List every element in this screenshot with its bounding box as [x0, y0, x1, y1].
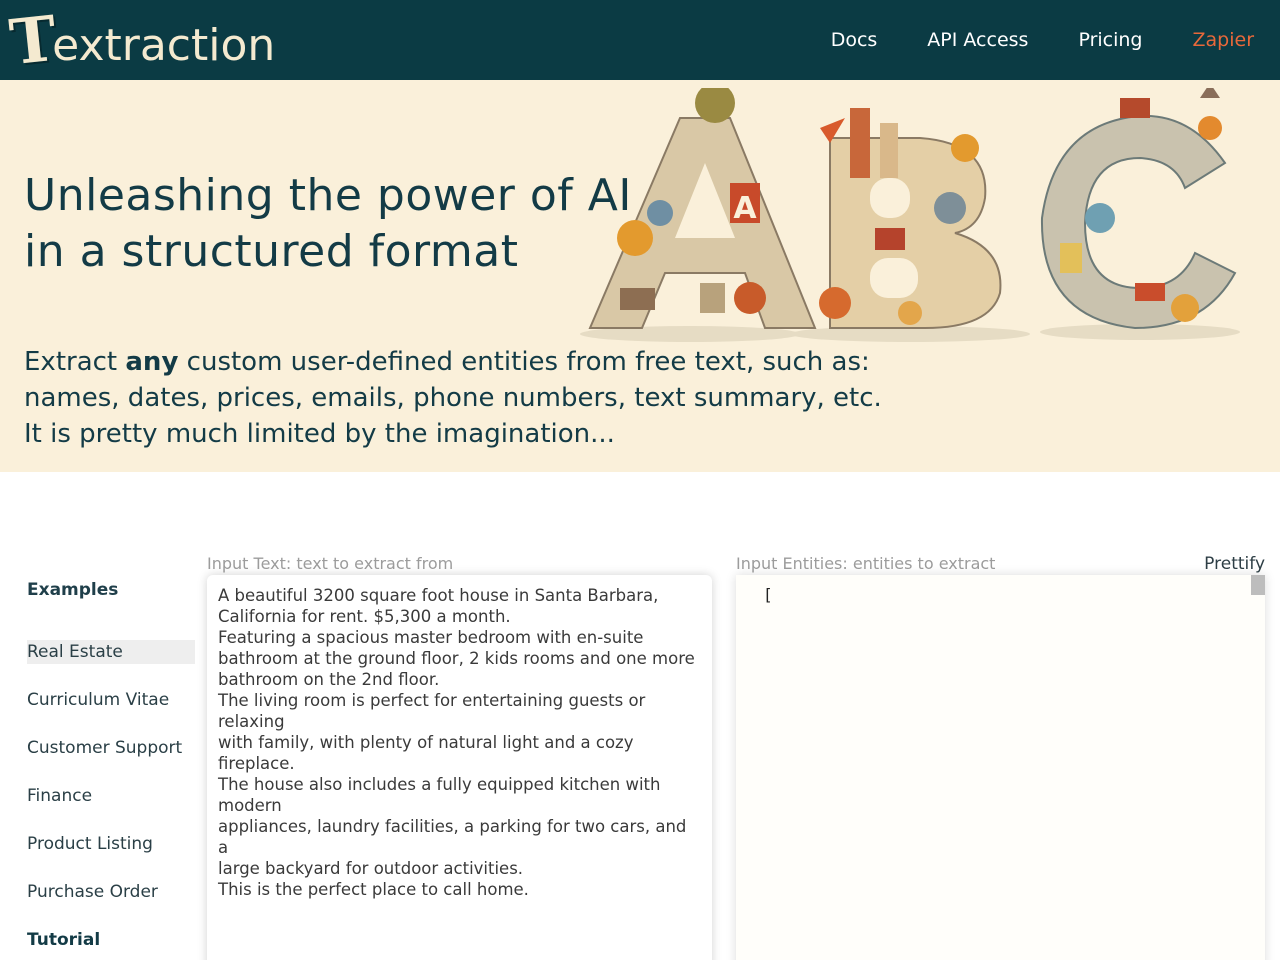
example-purchase-order[interactable]: Purchase Order: [27, 880, 195, 904]
entities-scrollbar[interactable]: [1251, 575, 1265, 595]
entities-editor-content: [: [763, 585, 773, 604]
example-product-listing[interactable]: Product Listing: [27, 832, 195, 856]
letter-c-illustration: [1040, 88, 1237, 330]
hero-title-line2: in a structured format: [24, 226, 519, 277]
hero-title: Unleashing the power of AI in a structur…: [24, 168, 632, 280]
logo-text: extraction: [52, 20, 276, 71]
letter-b-illustration: [819, 108, 1002, 329]
input-entities-label: Input Entities: entities to extract: [736, 554, 996, 573]
svg-text:A: A: [733, 191, 757, 226]
examples-heading: Examples: [27, 580, 119, 600]
hero-sub-suffix: custom user-defined entities from free t…: [178, 347, 870, 377]
hero-banner: Unleashing the power of AI in a structur…: [0, 80, 1280, 472]
input-text-area[interactable]: A beautiful 3200 square foot house in Sa…: [207, 575, 712, 960]
example-finance[interactable]: Finance: [27, 784, 195, 808]
logo-initial: T: [6, 1, 60, 80]
nav-link-api-access[interactable]: API Access: [927, 29, 1028, 51]
example-curriculum-vitae[interactable]: Curriculum Vitae: [27, 688, 195, 712]
hero-abc-illustration: A: [580, 88, 1240, 342]
nav-link-docs[interactable]: Docs: [831, 29, 878, 51]
nav-link-pricing[interactable]: Pricing: [1078, 29, 1142, 51]
top-nav: T extraction Docs API Access Pricing Zap…: [0, 0, 1280, 80]
hero-sub-bold: any: [125, 347, 179, 377]
hero-sub-line2: names, dates, prices, emails, phone numb…: [24, 383, 882, 413]
hero-title-line1: Unleashing the power of AI: [24, 170, 632, 221]
prettify-button[interactable]: Prettify: [1204, 554, 1265, 574]
example-real-estate[interactable]: Real Estate: [27, 640, 195, 664]
example-tutorial[interactable]: Tutorial: [27, 928, 195, 952]
example-customer-support[interactable]: Customer Support: [27, 736, 195, 760]
letter-a-illustration: A: [588, 88, 817, 329]
input-text-label: Input Text: text to extract from: [207, 554, 454, 573]
examples-list: Real Estate Curriculum Vitae Customer Su…: [27, 640, 195, 960]
hero-sub-line3: It is pretty much limited by the imagina…: [24, 419, 615, 449]
entities-editor[interactable]: [: [736, 575, 1265, 960]
logo[interactable]: T extraction: [6, 1, 276, 80]
nav-link-zapier[interactable]: Zapier: [1193, 29, 1255, 51]
hero-sub-prefix: Extract: [24, 347, 126, 377]
hero-subtitle: Extract any custom user-defined entities…: [24, 344, 882, 452]
nav-links: Docs API Access Pricing Zapier: [781, 0, 1254, 80]
